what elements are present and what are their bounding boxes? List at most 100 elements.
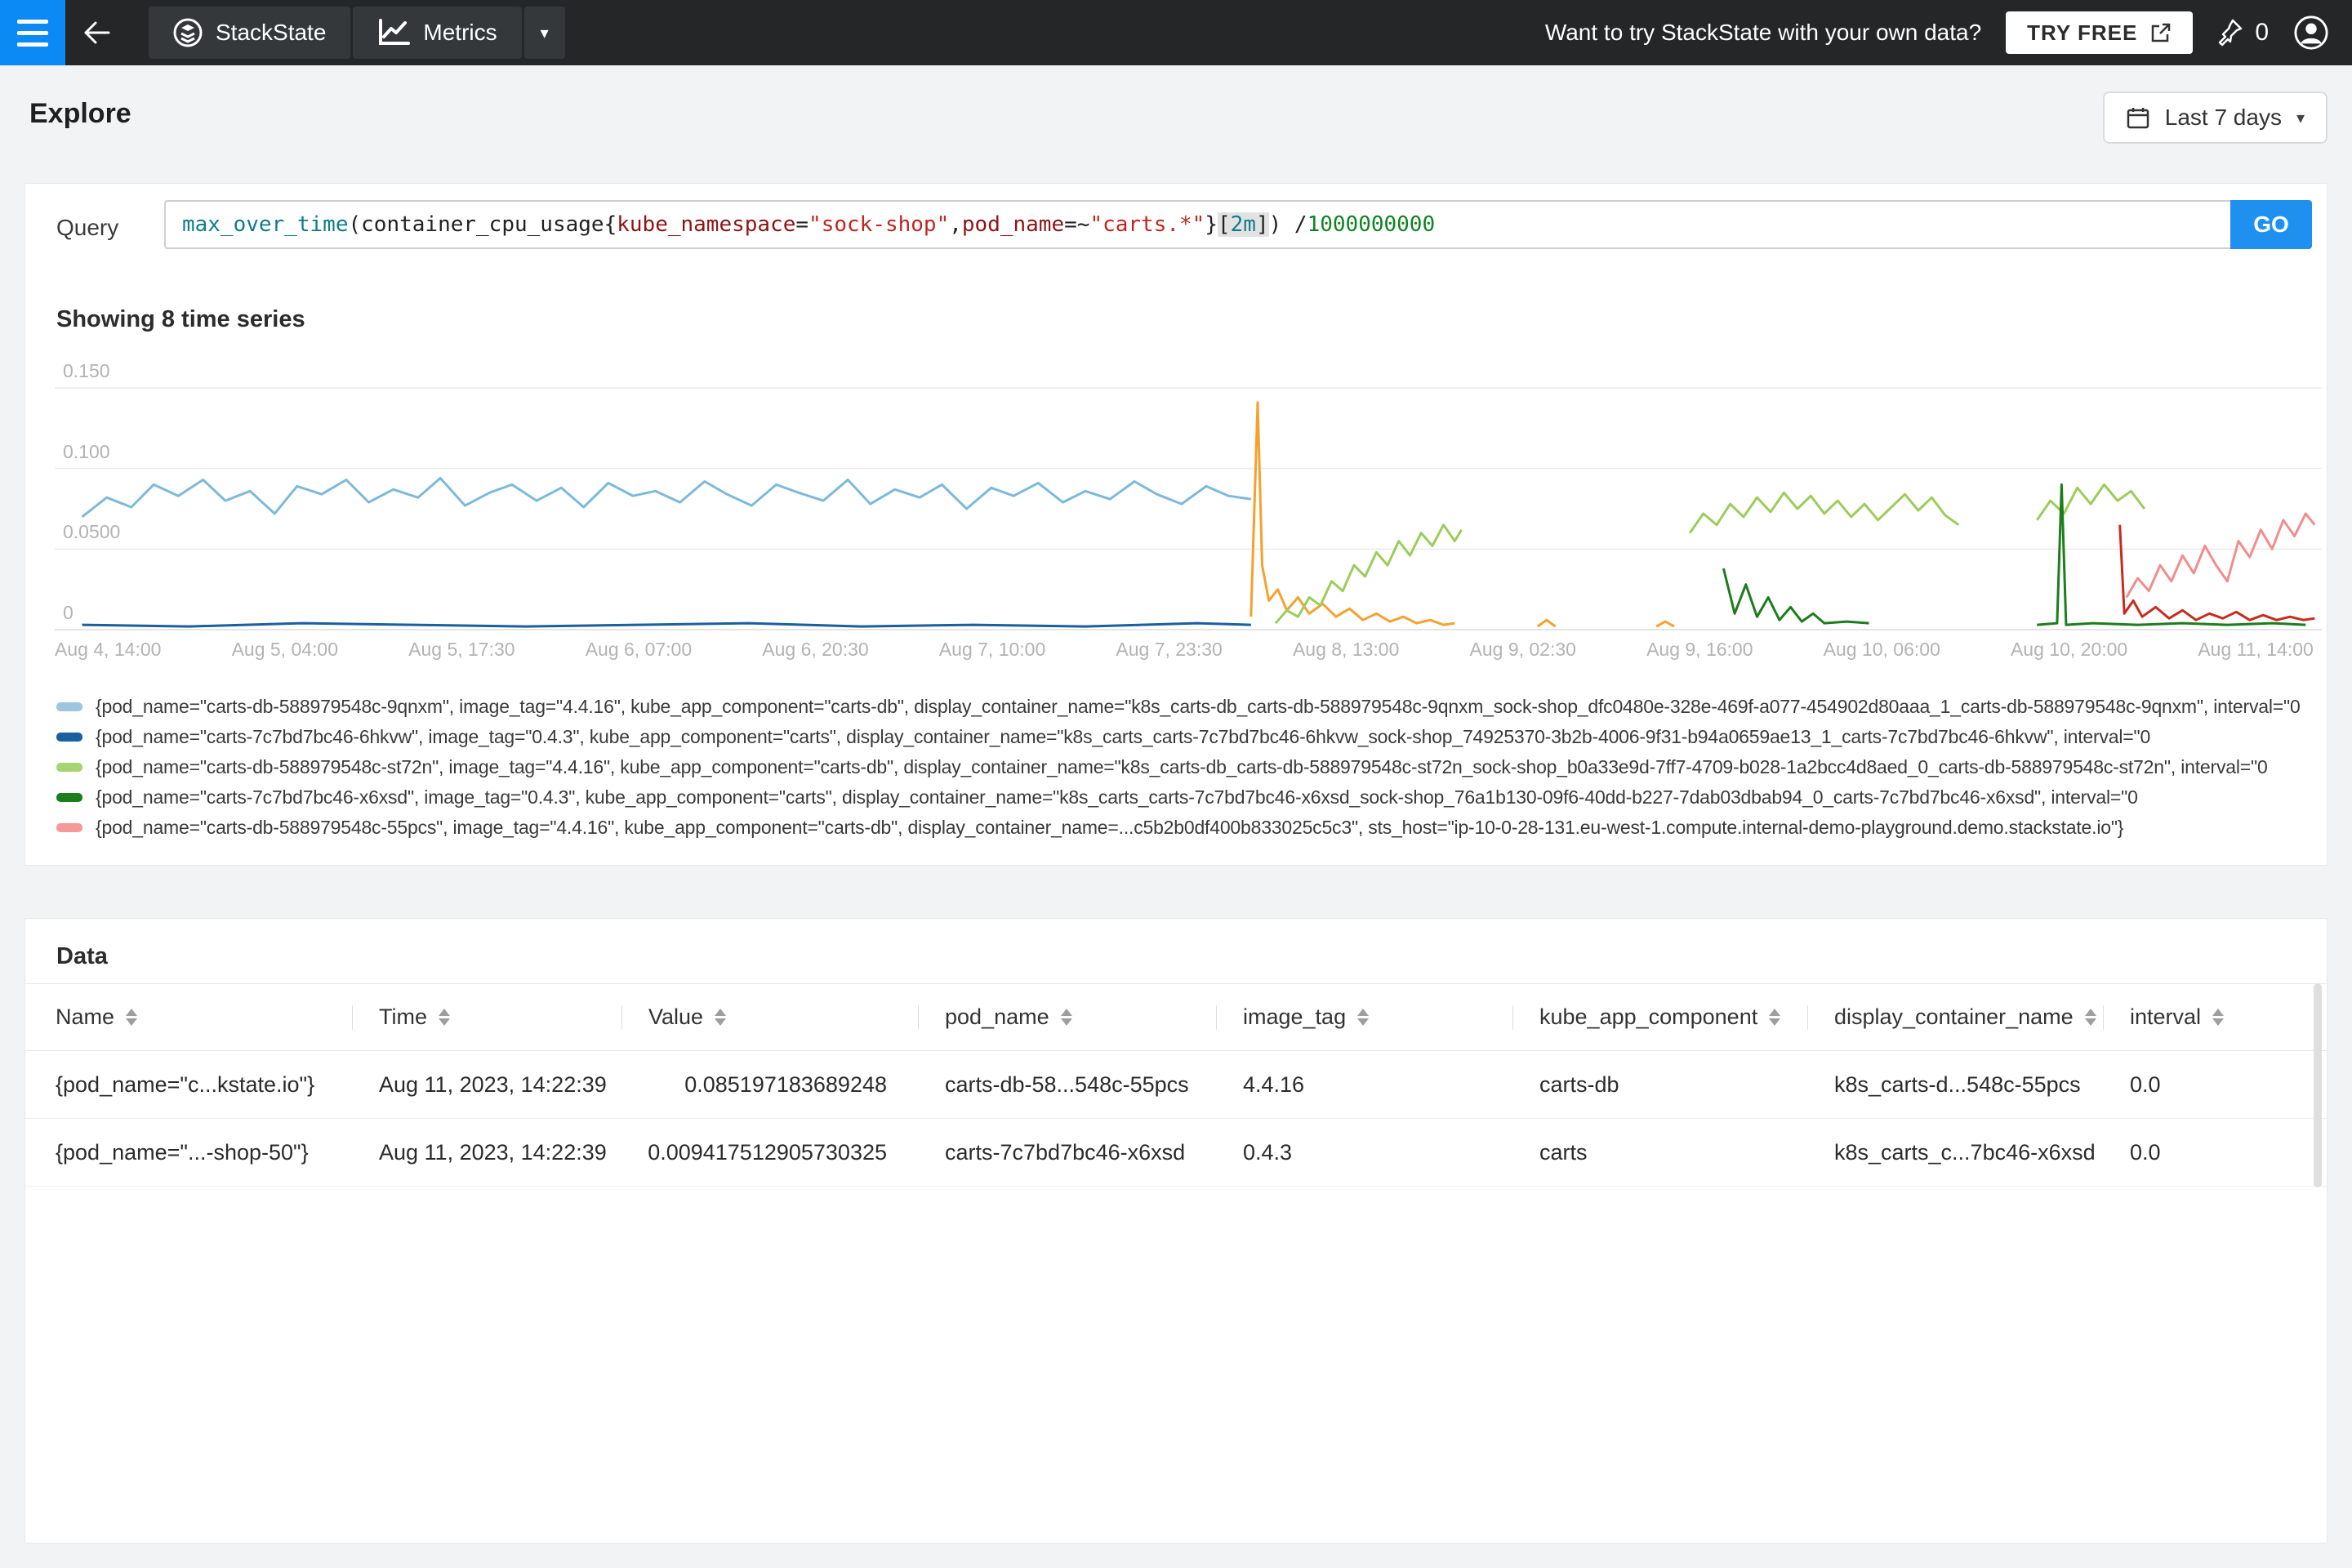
query-token: kube_namespace xyxy=(617,212,796,237)
pin-counter[interactable]: 0 xyxy=(2217,18,2269,47)
query-token: 1000000000 xyxy=(1307,212,1436,237)
column-header-label: display_container_name xyxy=(1834,1004,2074,1029)
legend-swatch xyxy=(56,763,82,772)
column-header-label: Name xyxy=(56,1004,115,1029)
query-token: (container_cpu_usage{ xyxy=(348,212,617,237)
query-token: "sock-shop" xyxy=(808,212,950,237)
external-link-icon xyxy=(2152,23,2171,42)
x-axis-tick-label: Aug 9, 16:00 xyxy=(1646,639,1753,660)
sort-icon[interactable] xyxy=(2212,1009,2225,1026)
column-header-label: kube_app_component xyxy=(1539,1004,1758,1029)
y-axis-tick-label: 0.100 xyxy=(63,440,110,462)
table-cell: Aug 11, 2023, 14:22:39 xyxy=(379,1139,607,1165)
query-token: =~ xyxy=(1064,212,1090,237)
series-line-carts-db-588979548c-9qnxm xyxy=(81,477,1252,519)
series-line-carts-db-588979548c-st72n xyxy=(1274,523,1463,625)
legend-swatch xyxy=(56,702,82,711)
metrics-chart-icon xyxy=(379,19,411,45)
navbar-right: Want to try StackState with your own dat… xyxy=(1545,11,2352,54)
tab-metrics[interactable]: Metrics xyxy=(353,7,522,59)
table-scrollbar[interactable] xyxy=(2314,983,2322,1187)
tab-dropdown-button[interactable]: ▾ xyxy=(523,7,565,59)
table-cell: carts-db xyxy=(1539,1071,1619,1097)
sort-icon[interactable] xyxy=(715,1009,727,1026)
query-input[interactable]: max_over_time (container_cpu_usage{kube_n… xyxy=(164,200,2230,249)
table-cell: k8s_carts-d...548c-55pcs xyxy=(1834,1071,2081,1097)
table-cell: {pod_name="c...kstate.io"} xyxy=(56,1071,315,1097)
chevron-down-icon: ▾ xyxy=(2296,109,2305,127)
series-line-carts-db-588979548c-55pcs xyxy=(2125,512,2316,599)
data-table: Name Time Value pod_name image_tag kube_app_c… xyxy=(25,983,2327,1187)
sort-icon[interactable] xyxy=(126,1009,138,1026)
column-header-kube-app-component[interactable]: kube_app_component xyxy=(1512,1004,1807,1030)
x-axis-tick-label: Aug 11, 14:00 xyxy=(2198,639,2314,660)
table-cell: 0.085197183689248 xyxy=(684,1071,887,1097)
column-header-label: Value xyxy=(648,1004,704,1029)
sort-icon[interactable] xyxy=(439,1009,450,1026)
pin-count: 0 xyxy=(2255,19,2269,46)
query-token: = xyxy=(795,212,809,237)
time-range-selector[interactable]: Last 7 days ▾ xyxy=(2102,91,2328,144)
legend-item[interactable]: {pod_name="carts-7c7bd7bc46-6hkvw", imag… xyxy=(56,722,2320,752)
legend-item[interactable]: {pod_name="carts-db-588979548c-st72n", i… xyxy=(56,752,2320,782)
query-token: [ xyxy=(1217,212,1231,237)
hamburger-bar xyxy=(17,42,48,47)
column-header-display-container-name[interactable]: display_container_name xyxy=(1807,1004,2103,1030)
x-axis-labels: Aug 4, 14:00 Aug 5, 04:00 Aug 5, 17:30 Aug … xyxy=(55,639,2314,661)
legend-item[interactable]: {pod_name="carts-db-588979548c-9qnxm", i… xyxy=(56,692,2320,722)
query-token: 2m xyxy=(1230,212,1256,237)
column-header-label: image_tag xyxy=(1243,1004,1347,1029)
try-free-button[interactable]: TRY FREE xyxy=(2006,11,2194,54)
chart-legend: {pod_name="carts-db-588979548c-9qnxm", i… xyxy=(56,692,2320,843)
column-header-label: pod_name xyxy=(945,1004,1049,1029)
series-line-carts-db-588979548c-st72n xyxy=(2036,483,2146,521)
column-header-label: interval xyxy=(2130,1004,2202,1029)
legend-item[interactable]: {pod_name="carts-db-588979548c-55pcs", i… xyxy=(56,813,2320,843)
page-title: Explore xyxy=(29,98,131,129)
chart-title: Showing 8 time series xyxy=(56,306,305,332)
column-header-image-tag[interactable]: image_tag xyxy=(1216,1004,1512,1030)
column-header-value[interactable]: Value xyxy=(621,1004,918,1030)
go-button[interactable]: GO xyxy=(2230,200,2312,249)
series-line-darkred-series xyxy=(2118,524,2315,621)
hamburger-bar xyxy=(17,19,48,24)
table-row[interactable]: {pod_name="...-shop-50"} Aug 11, 2023, 14… xyxy=(25,1119,2327,1187)
back-button[interactable] xyxy=(65,0,127,65)
tab-stackstate-label: StackState xyxy=(216,20,327,45)
query-token: pod_name xyxy=(961,212,1065,237)
column-header-time[interactable]: Time xyxy=(352,1004,621,1030)
sort-icon[interactable] xyxy=(1060,1009,1072,1026)
legend-swatch xyxy=(56,823,82,832)
x-axis-tick-label: Aug 6, 20:30 xyxy=(762,639,869,660)
y-axis-tick-label: 0 xyxy=(63,602,74,623)
legend-label: {pod_name="carts-db-588979548c-st72n", i… xyxy=(96,756,2268,777)
table-row[interactable]: {pod_name="c...kstate.io"} Aug 11, 2023, … xyxy=(25,1051,2327,1119)
series-line-orange-series xyxy=(1655,620,1675,628)
x-axis-tick-label: Aug 5, 17:30 xyxy=(408,639,515,660)
tab-stackstate[interactable]: StackState xyxy=(149,7,351,59)
stackstate-logo-icon xyxy=(173,18,203,47)
query-token: ] xyxy=(1255,212,1269,237)
column-header-interval[interactable]: interval xyxy=(2103,1004,2327,1030)
query-token: } xyxy=(1205,212,1218,237)
sort-icon[interactable] xyxy=(1357,1009,1370,1026)
legend-swatch xyxy=(56,733,82,742)
hamburger-menu-button[interactable] xyxy=(0,0,65,65)
series-line-carts-7c7bd7bc46-6hkvw xyxy=(82,621,1251,628)
column-header-pod-name[interactable]: pod_name xyxy=(918,1004,1216,1030)
x-axis-tick-label: Aug 6, 07:00 xyxy=(585,639,693,660)
sort-icon[interactable] xyxy=(1769,1009,1781,1026)
table-cell: Aug 11, 2023, 14:22:39 xyxy=(379,1071,607,1097)
chevron-down-icon: ▾ xyxy=(540,24,549,42)
calendar-icon xyxy=(2127,108,2149,129)
column-header-name[interactable]: Name xyxy=(25,1004,352,1030)
time-series-chart[interactable]: Aug 4, 14:00 Aug 5, 04:00 Aug 5, 17:30 Aug … xyxy=(25,351,2327,678)
x-axis-tick-label: Aug 9, 02:30 xyxy=(1469,639,1576,660)
sort-icon[interactable] xyxy=(2084,1009,2096,1026)
user-avatar[interactable] xyxy=(2293,15,2329,51)
legend-item[interactable]: {pod_name="carts-7c7bd7bc46-x6xsd", imag… xyxy=(56,782,2320,813)
x-axis-tick-label: Aug 10, 20:00 xyxy=(2010,639,2128,660)
tab-metrics-label: Metrics xyxy=(423,20,497,45)
page: StackState Metrics ▾ Want to try StackSt… xyxy=(0,0,2352,1568)
x-axis-tick-label: Aug 8, 13:00 xyxy=(1292,639,1400,660)
